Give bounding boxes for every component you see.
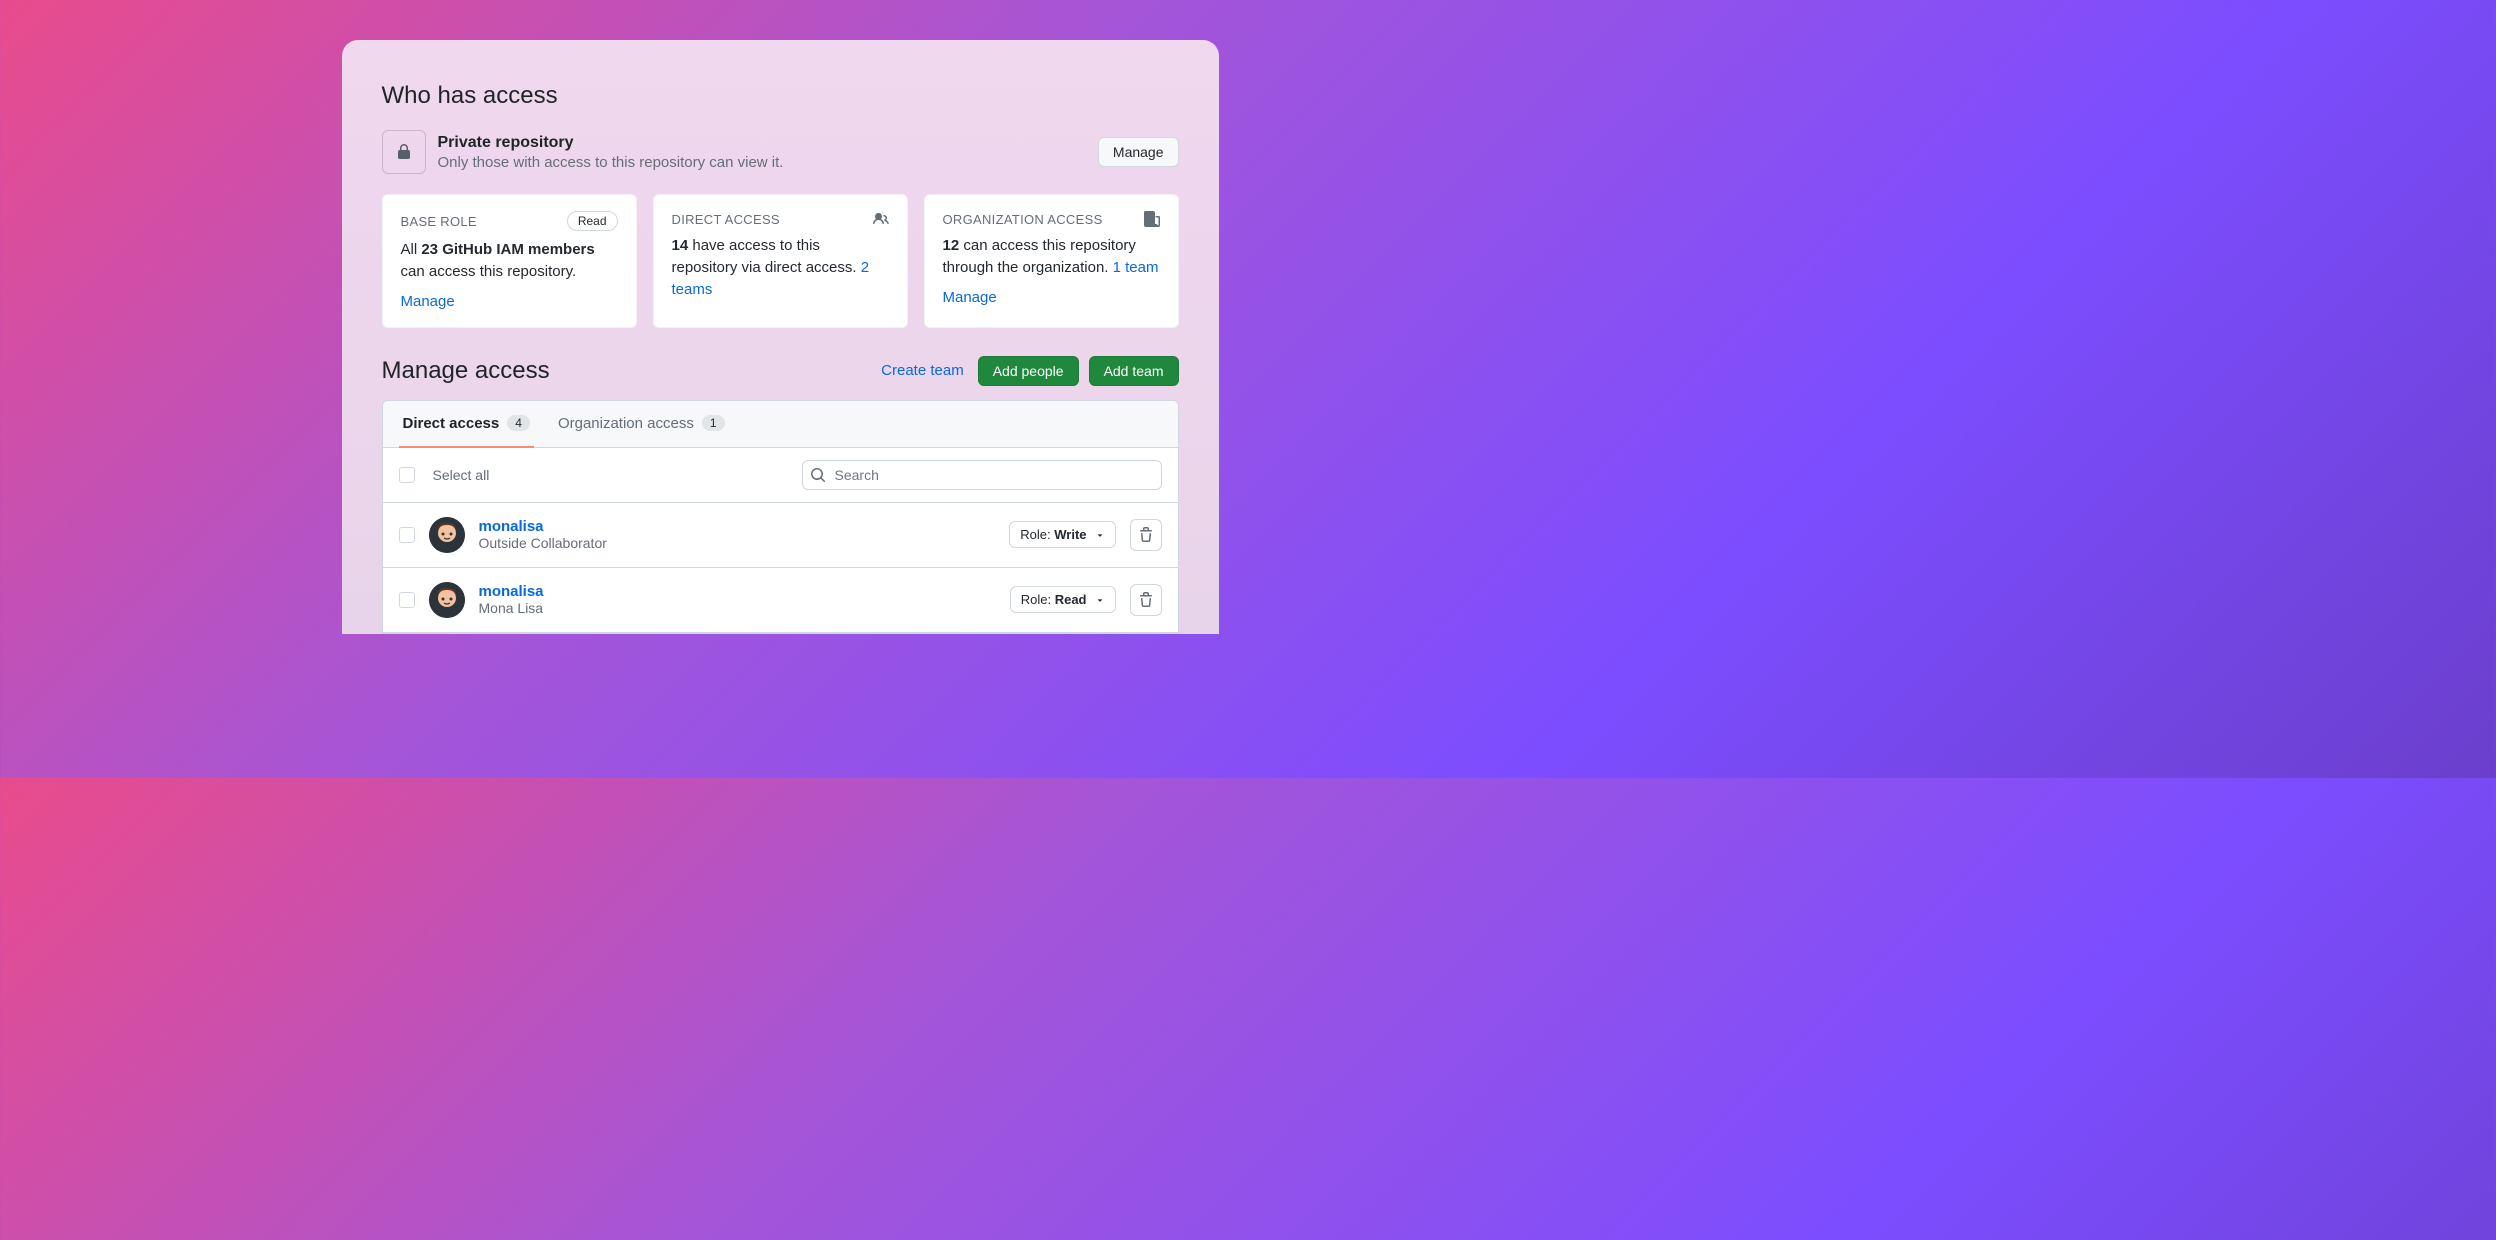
repo-visibility-subtitle: Only those with access to this repositor… [438, 154, 1086, 171]
user-name-link[interactable]: monalisa [479, 583, 996, 600]
add-team-button[interactable]: Add team [1089, 356, 1179, 386]
avatar [429, 582, 465, 618]
repo-visibility-title: Private repository [438, 134, 1086, 152]
card-organization-access: ORGANIZATION ACCESS 12 can access this r… [924, 194, 1179, 328]
tab-direct-count: 4 [507, 415, 530, 431]
card-base-role: BASE ROLE Read All 23 GitHub IAM members… [382, 194, 637, 328]
table-row: monalisa Mona Lisa Role: Read [383, 568, 1178, 633]
table-row: monalisa Outside Collaborator Role: Writ… [383, 503, 1178, 568]
manage-access-header: Manage access Create team Add people Add… [382, 356, 1179, 386]
card-base-role-text: All 23 GitHub IAM members can access thi… [401, 239, 618, 283]
remove-user-button[interactable] [1130, 584, 1162, 616]
access-panel: Who has access Private repository Only t… [342, 40, 1219, 634]
avatar [429, 517, 465, 553]
card-org-access-text: 12 can access this repository through th… [943, 235, 1160, 279]
lock-icon [382, 130, 426, 174]
trash-icon [1138, 527, 1154, 543]
row-checkbox[interactable] [399, 592, 415, 608]
access-table: Direct access 4 Organization access 1 Se… [382, 400, 1179, 634]
manage-visibility-button[interactable]: Manage [1098, 137, 1179, 167]
search-input[interactable] [802, 460, 1162, 490]
card-direct-access-text: 14 have access to this repository via di… [672, 235, 889, 300]
base-role-manage-link[interactable]: Manage [401, 293, 455, 310]
tab-organization-access[interactable]: Organization access 1 [554, 401, 729, 448]
create-team-link[interactable]: Create team [881, 362, 964, 379]
role-dropdown[interactable]: Role: Read [1010, 586, 1116, 613]
user-subtitle: Mona Lisa [479, 600, 996, 616]
remove-user-button[interactable] [1130, 519, 1162, 551]
trash-icon [1138, 592, 1154, 608]
table-toolbar: Select all [383, 448, 1178, 503]
base-role-badge[interactable]: Read [567, 211, 618, 231]
card-org-access-label: ORGANIZATION ACCESS [943, 212, 1103, 227]
chevron-down-icon [1095, 595, 1105, 605]
search-icon [810, 467, 826, 483]
role-dropdown[interactable]: Role: Write [1009, 521, 1115, 548]
repo-visibility-row: Private repository Only those with acces… [382, 130, 1179, 174]
select-all-label: Select all [433, 467, 490, 483]
select-all-checkbox[interactable] [399, 467, 415, 483]
tab-org-count: 1 [702, 415, 725, 431]
row-checkbox[interactable] [399, 527, 415, 543]
add-people-button[interactable]: Add people [978, 356, 1079, 386]
tabs: Direct access 4 Organization access 1 [383, 401, 1178, 448]
access-cards: BASE ROLE Read All 23 GitHub IAM members… [382, 194, 1179, 328]
tab-direct-access[interactable]: Direct access 4 [399, 401, 534, 448]
org-access-teams-link[interactable]: 1 team [1113, 259, 1159, 276]
organization-icon [1144, 211, 1160, 227]
manage-access-title: Manage access [382, 357, 550, 385]
people-icon [873, 211, 889, 227]
card-direct-access-label: DIRECT ACCESS [672, 212, 780, 227]
org-access-manage-link[interactable]: Manage [943, 289, 997, 306]
page-title: Who has access [382, 82, 1179, 110]
card-base-role-label: BASE ROLE [401, 214, 477, 229]
user-name-link[interactable]: monalisa [479, 518, 996, 535]
user-subtitle: Outside Collaborator [479, 535, 996, 551]
card-direct-access: DIRECT ACCESS 14 have access to this rep… [653, 194, 908, 328]
chevron-down-icon [1095, 530, 1105, 540]
